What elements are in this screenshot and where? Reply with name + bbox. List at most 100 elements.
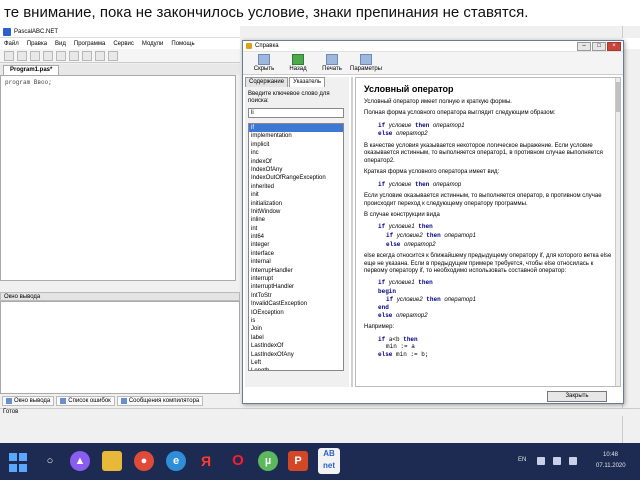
- keyword-list-item[interactable]: initialization: [249, 200, 343, 208]
- keyword-list-item[interactable]: integer: [249, 241, 343, 249]
- keyword-input[interactable]: li: [248, 108, 344, 118]
- menu-modules[interactable]: Модули: [142, 41, 164, 47]
- keyword-list-item[interactable]: is: [249, 317, 343, 325]
- opera-icon[interactable]: O: [228, 451, 248, 471]
- keyword-list-item[interactable]: implementation: [249, 132, 343, 140]
- keyword-list-item[interactable]: interruptHandler: [249, 283, 343, 291]
- volume-icon[interactable]: [553, 457, 561, 465]
- tab-program1[interactable]: Program1.pas*: [3, 65, 60, 75]
- chrome-icon[interactable]: ●: [134, 451, 154, 471]
- options-label: Параметры: [350, 66, 382, 72]
- windows-start-icon[interactable]: [8, 451, 28, 472]
- new-file-icon[interactable]: [4, 51, 14, 61]
- keyword-list-item[interactable]: indexOf: [249, 158, 343, 166]
- status-bar: Готов: [0, 408, 640, 416]
- keyword-list-item[interactable]: interface: [249, 250, 343, 258]
- code-keyword: else: [386, 240, 401, 248]
- keyword-list-item[interactable]: IOException: [249, 309, 343, 317]
- keyword-list[interactable]: if implementation implicit inc indexOf IndexO…: [248, 123, 344, 371]
- search-icon[interactable]: ○: [40, 451, 60, 471]
- close-window-button[interactable]: ×: [607, 42, 621, 51]
- keyword-list-item[interactable]: LastIndexOf: [249, 342, 343, 350]
- keyword-list-item[interactable]: int: [249, 225, 343, 233]
- tab-errors[interactable]: Список ошибок: [56, 396, 115, 406]
- edge-icon[interactable]: e: [166, 451, 186, 471]
- output-window[interactable]: [0, 301, 240, 394]
- network-icon[interactable]: [537, 457, 545, 465]
- redo-icon[interactable]: [108, 51, 118, 61]
- tab-contents[interactable]: Содержание: [245, 77, 289, 87]
- keyword-list-item[interactable]: IndexOfAny: [249, 166, 343, 174]
- print-button[interactable]: Печать: [317, 54, 347, 72]
- keyword-list-item[interactable]: InitWindow: [249, 208, 343, 216]
- keyword-list-item[interactable]: if: [249, 124, 343, 133]
- keyword-list-item[interactable]: Length: [249, 367, 343, 370]
- clock-date[interactable]: 07.11.2020: [596, 463, 626, 469]
- keyword-list-item[interactable]: int64: [249, 233, 343, 241]
- code-block: if условие1 then if условие2 then операт…: [364, 223, 612, 249]
- utorrent-icon[interactable]: µ: [258, 451, 278, 471]
- back-button[interactable]: Назад: [283, 54, 313, 72]
- menu-program[interactable]: Программа: [74, 41, 105, 47]
- yandex-browser-icon[interactable]: Я: [196, 451, 216, 471]
- paragraph: Полная форма условного оператора выгляди…: [364, 110, 556, 117]
- back-label: Назад: [289, 66, 307, 72]
- menu-edit[interactable]: Правка: [27, 41, 47, 47]
- keyword-list-item[interactable]: label: [249, 334, 343, 342]
- keyword-list-item[interactable]: Left: [249, 359, 343, 367]
- pascalabc-taskbar-icon[interactable]: AB net: [318, 448, 340, 474]
- tab-output[interactable]: Окно вывода: [2, 396, 55, 406]
- code-keyword: if: [378, 279, 386, 287]
- code-italic: оператор2: [396, 312, 428, 319]
- maximize-button[interactable]: □: [592, 42, 606, 51]
- save-all-icon[interactable]: [43, 51, 53, 61]
- help-close-button[interactable]: Закрыть: [547, 391, 607, 402]
- code-italic: условие1: [388, 280, 415, 287]
- help-nav-tabs: Содержание Указатель: [245, 77, 349, 87]
- paste-icon[interactable]: [82, 51, 92, 61]
- keyword-label: Введите ключевое слово для поиска:: [248, 91, 330, 104]
- tab-index[interactable]: Указатель: [289, 77, 326, 87]
- keyword-list-item[interactable]: Join: [249, 325, 343, 333]
- menu-file[interactable]: Файл: [4, 41, 19, 47]
- keyword-list-item[interactable]: interrupt: [249, 275, 343, 283]
- keyword-list-item[interactable]: internal: [249, 258, 343, 266]
- keyword-list-item[interactable]: inline: [249, 216, 343, 224]
- keyword-list-item[interactable]: inherited: [249, 183, 343, 191]
- pane-splitter[interactable]: [351, 77, 353, 387]
- clock-time[interactable]: 10:48: [603, 452, 618, 458]
- cut-icon[interactable]: [56, 51, 66, 61]
- file-explorer-icon[interactable]: [102, 451, 122, 471]
- minimize-button[interactable]: –: [577, 42, 591, 51]
- scroll-thumb[interactable]: [616, 82, 620, 112]
- paragraph: В случае конструкции вида: [364, 212, 440, 219]
- keyword-list-item[interactable]: inc: [249, 149, 343, 157]
- code-editor[interactable]: program Ввоо;: [0, 75, 236, 281]
- open-folder-icon[interactable]: [17, 51, 27, 61]
- keyword-list-item[interactable]: InvalidCastException: [249, 300, 343, 308]
- undo-icon[interactable]: [95, 51, 105, 61]
- keyword-list-item[interactable]: IndexOutOfRangeException: [249, 174, 343, 182]
- keyword-list-item[interactable]: init: [249, 191, 343, 199]
- code-keyword: if: [386, 232, 394, 240]
- alice-assistant-icon[interactable]: ▲: [70, 451, 90, 471]
- menu-view[interactable]: Вид: [55, 41, 66, 47]
- save-icon[interactable]: [30, 51, 40, 61]
- code-block: if условие then оператор1 else оператор2: [364, 122, 612, 139]
- ide-title: PascalABC.NET: [14, 28, 59, 35]
- tray-app-icon[interactable]: [569, 457, 577, 465]
- help-title: Справка: [255, 43, 279, 49]
- copy-icon[interactable]: [69, 51, 79, 61]
- keyboard-language[interactable]: EN: [518, 457, 526, 463]
- content-scrollbar[interactable]: [615, 78, 620, 386]
- menu-help[interactable]: Помощь: [171, 41, 194, 47]
- hide-button[interactable]: Скрыть: [249, 54, 279, 72]
- presentation-app-icon[interactable]: P: [288, 451, 308, 471]
- keyword-list-item[interactable]: IntToStr: [249, 292, 343, 300]
- menu-service[interactable]: Сервис: [113, 41, 134, 47]
- options-button[interactable]: Параметры: [350, 54, 382, 72]
- tab-compiler[interactable]: Сообщения компилятора: [116, 396, 204, 406]
- keyword-list-item[interactable]: LastIndexOfAny: [249, 351, 343, 359]
- keyword-list-item[interactable]: InterrupHandler: [249, 267, 343, 275]
- keyword-list-item[interactable]: implicit: [249, 141, 343, 149]
